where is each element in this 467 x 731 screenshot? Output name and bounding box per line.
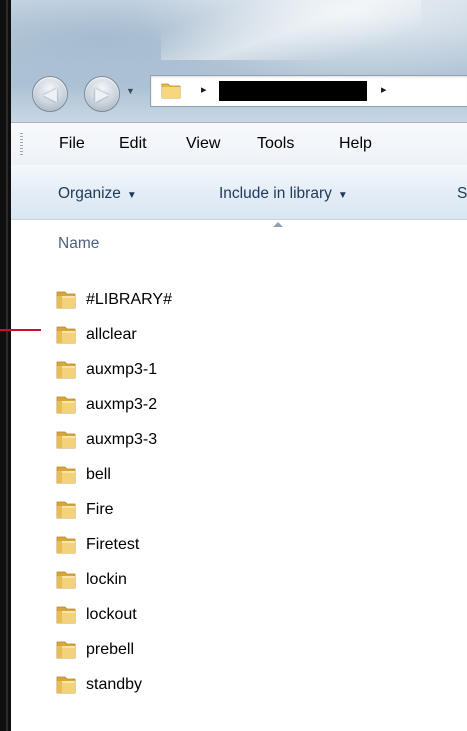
arrow-left-icon: ◀ [43,83,57,104]
menu-tools[interactable]: Tools [257,135,294,153]
menu-view[interactable]: View [186,135,220,153]
include-in-library-button[interactable]: Include in library ▼ [219,185,348,203]
breadcrumb-separator-icon[interactable]: ▸ [381,83,387,96]
folder-icon [161,83,181,99]
folder-icon [56,466,76,483]
folder-icon [56,571,76,588]
breadcrumb-separator-icon[interactable]: ▸ [201,83,207,96]
file-list: #LIBRARY# allclear auxmp3-1 auxmp3-2 auxmp3-… [55,282,455,702]
list-item[interactable]: auxmp3-2 [55,387,455,422]
list-item-name: auxmp3-2 [86,395,158,413]
list-item-name: Fire [86,500,114,518]
menu-file[interactable]: File [59,135,85,153]
folder-icon [56,641,76,658]
explorer-window: ◀ ▶ ▼ ▸ ▸ File Edit View Tools Help Orga… [0,0,467,731]
list-item[interactable]: auxmp3-3 [55,422,455,457]
folder-icon [56,396,76,413]
list-item[interactable]: allclear [55,317,455,352]
organize-label: Organize [58,185,121,202]
list-item-name: lockin [86,570,127,588]
folder-icon [56,606,76,623]
list-item-name: Firetest [86,535,140,553]
folder-icon [56,536,76,553]
aero-glass-highlight [161,0,421,60]
share-button[interactable]: S [457,185,467,203]
list-item[interactable]: #LIBRARY# [55,282,455,317]
menu-bar: File Edit View Tools Help [11,122,467,166]
column-header-name[interactable]: Name [58,235,99,253]
list-item-name: standby [86,675,143,693]
organize-button[interactable]: Organize ▼ [58,185,137,203]
menu-edit[interactable]: Edit [119,135,147,153]
menubar-grip [20,133,23,155]
list-item[interactable]: bell [55,457,455,492]
list-item[interactable]: lockin [55,562,455,597]
list-item[interactable]: Fire [55,492,455,527]
window-frame-edge [6,0,8,731]
folder-icon [56,501,76,518]
list-item-name: auxmp3-1 [86,360,158,378]
list-item-name: allclear [86,325,137,343]
folder-icon [56,676,76,693]
chevron-down-icon: ▼ [126,190,137,201]
include-in-library-label: Include in library [219,185,332,202]
forward-button[interactable]: ▶ [84,76,120,112]
list-item[interactable]: Firetest [55,527,455,562]
folder-icon [56,326,76,343]
list-item-name: prebell [86,640,135,658]
recent-pages-dropdown[interactable]: ▼ [126,86,136,98]
list-item-name: #LIBRARY# [86,290,172,308]
file-list-pane: Name #LIBRARY# allclear auxmp3-1 auxmp3-2 au… [11,220,467,731]
chevron-down-icon: ▼ [337,190,348,201]
list-item-name: lockout [86,605,137,623]
folder-icon [56,431,76,448]
redacted-path-segment [219,81,367,101]
back-button[interactable]: ◀ [32,76,68,112]
chevron-down-icon: ▼ [126,86,135,96]
list-item[interactable]: prebell [55,632,455,667]
command-bar: Organize ▼ Include in library ▼ S [11,165,467,220]
list-item[interactable]: auxmp3-1 [55,352,455,387]
list-item-name: bell [86,465,111,483]
menu-help[interactable]: Help [339,135,372,153]
list-item[interactable]: standby [55,667,455,702]
address-bar[interactable]: ▸ ▸ [150,75,467,107]
folder-icon [56,291,76,308]
list-item-name: auxmp3-3 [86,430,158,448]
window-frame-left [0,0,11,731]
list-item[interactable]: lockout [55,597,455,632]
sort-ascending-icon [273,222,283,227]
annotation-pointer [0,329,41,331]
folder-icon [56,361,76,378]
arrow-right-icon: ▶ [95,83,109,104]
